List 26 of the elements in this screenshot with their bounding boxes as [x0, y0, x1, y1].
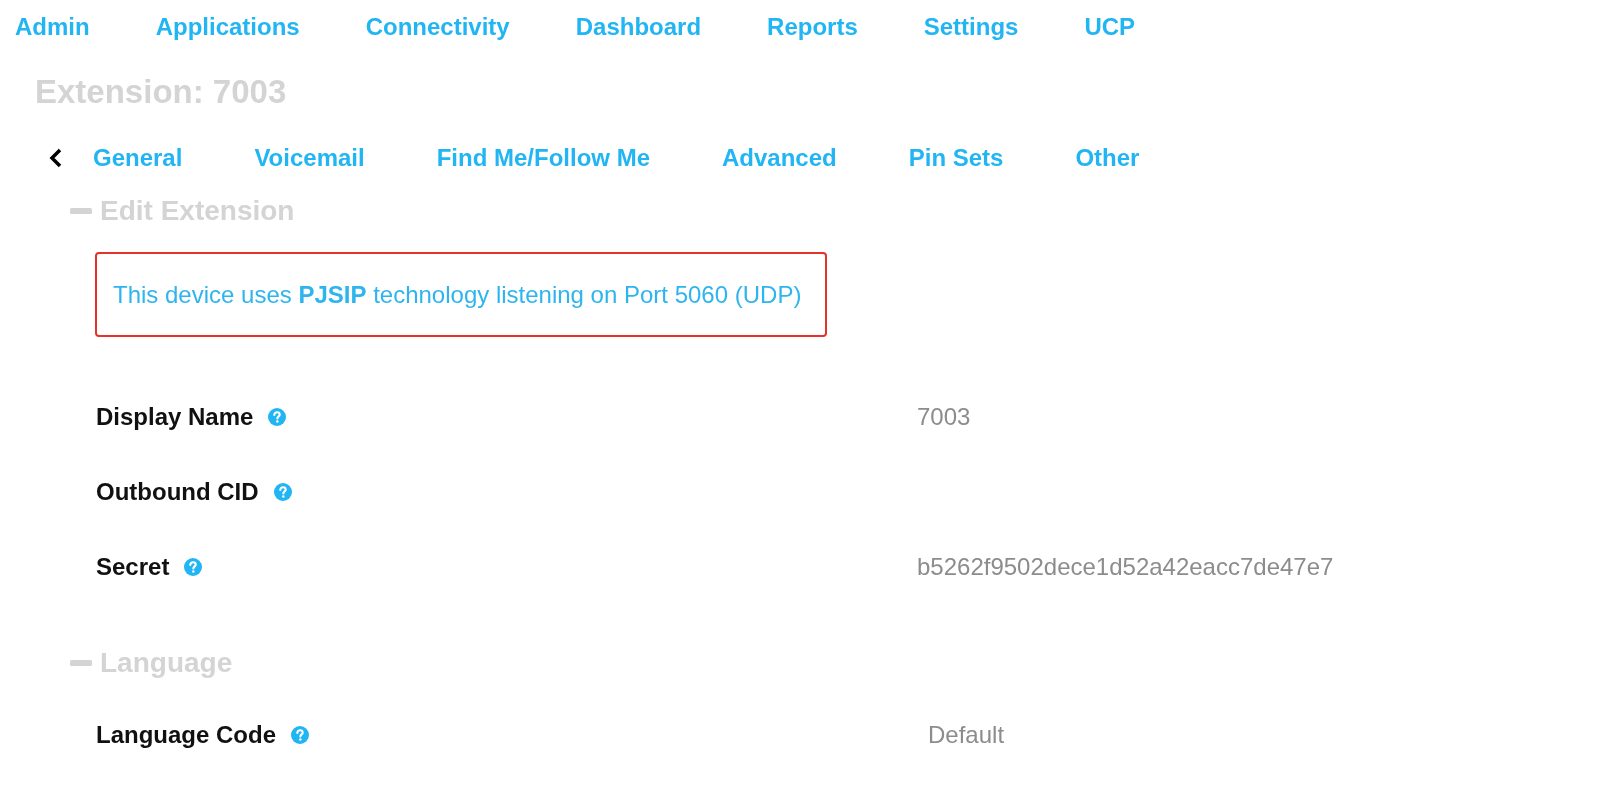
field-label: Language Code	[96, 719, 276, 750]
nav-link[interactable]: UCP	[1084, 13, 1136, 41]
nav-link[interactable]: Reports	[767, 13, 858, 41]
nav-link[interactable]: Dashboard	[575, 13, 702, 41]
help-icon[interactable]	[273, 482, 292, 501]
nav-link[interactable]: Connectivity	[365, 13, 510, 41]
field-label: Display Name	[96, 401, 254, 432]
field-value: Default	[928, 719, 1005, 750]
field-value: 7003	[917, 401, 971, 432]
help-icon[interactable]	[291, 725, 309, 744]
notice-text: This device uses PJSIP technology listening on Port 5060 (UDP)	[113, 279, 802, 310]
nav-link[interactable]: Settings	[923, 13, 1019, 41]
nav-link[interactable]: Admin	[15, 13, 90, 41]
field-value: b5262f9502dece1d52a42eacc7de47e7	[917, 551, 1334, 582]
tab[interactable]: Pin Sets	[908, 144, 1004, 172]
tab[interactable]: Other	[1075, 144, 1140, 172]
help-icon[interactable]	[268, 407, 287, 426]
nav-link[interactable]: Applications	[155, 13, 300, 41]
field-label: Outbound CID	[96, 476, 259, 507]
field-label: Secret	[96, 551, 170, 582]
tab[interactable]: General	[93, 144, 183, 172]
chevron-left-icon[interactable]	[49, 148, 63, 168]
tab[interactable]: Find Me/Follow Me	[436, 144, 650, 172]
help-icon[interactable]	[184, 557, 203, 576]
tab[interactable]: Voicemail	[254, 144, 365, 172]
tab[interactable]: Advanced	[722, 144, 837, 172]
